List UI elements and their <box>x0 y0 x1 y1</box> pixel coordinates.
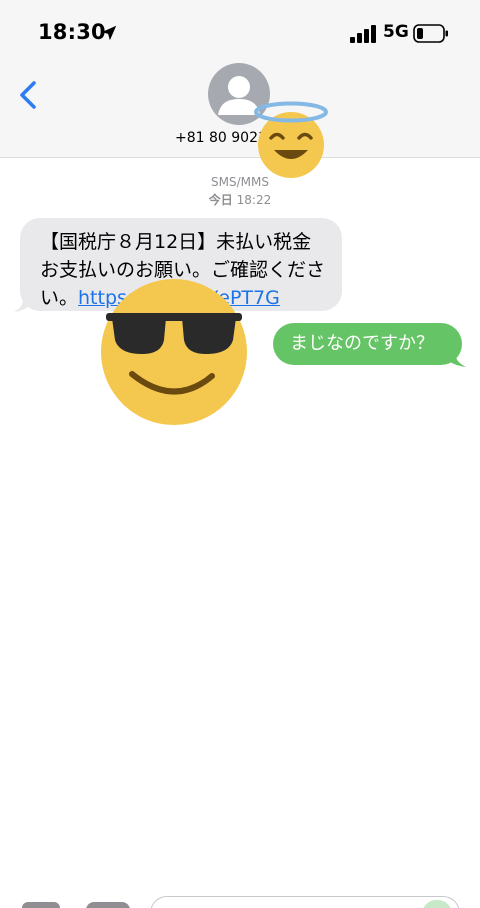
smiling-face-with-halo-emoji <box>254 101 328 178</box>
message-input[interactable] <box>150 896 460 908</box>
service-label: SMS/MMS <box>211 175 269 189</box>
back-chevron-icon[interactable] <box>14 78 44 112</box>
timestamp-time: 18:22 <box>236 193 272 207</box>
signal-bars-icon <box>350 25 376 43</box>
app-store-icon[interactable] <box>86 902 130 908</box>
outgoing-message-bubble[interactable]: まじなのですか？ <box>273 323 462 365</box>
conversation-header: 18:30 5G +81 80 9021 <box>0 0 480 158</box>
camera-icon[interactable] <box>22 902 60 908</box>
network-type-label: 5G <box>383 22 409 42</box>
timestamp-day: 今日 <box>208 193 233 207</box>
status-time: 18:30 <box>38 20 106 44</box>
battery-icon <box>413 24 448 43</box>
smiling-face-with-sunglasses-emoji <box>101 279 247 425</box>
message-timestamp: 今日 18:22 <box>0 191 480 208</box>
location-arrow-icon <box>101 25 117 41</box>
outgoing-message-text: まじなのですか？ <box>290 333 434 354</box>
